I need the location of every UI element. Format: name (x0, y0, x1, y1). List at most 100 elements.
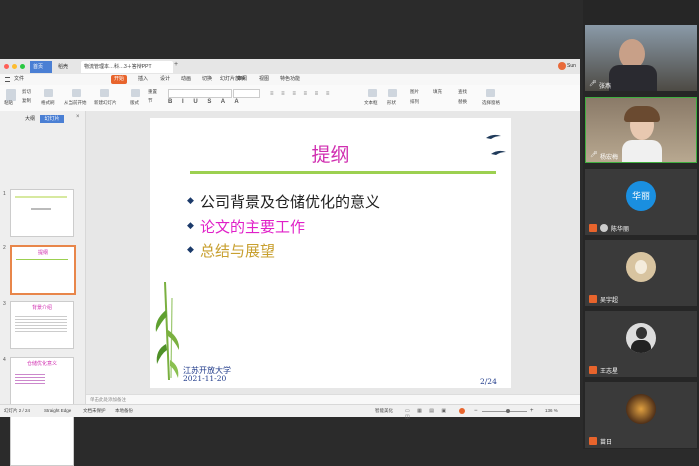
participant-tile[interactable]: 苗日 (585, 382, 697, 448)
paragraph-tools[interactable]: ≡ ≡ ≡ ≡ ≡ ≡ (270, 91, 340, 105)
participant-tile-active-speaker[interactable]: 🎤︎ 杨宏梅 (585, 97, 697, 163)
reset-button[interactable]: 重置 (148, 89, 157, 95)
selection-pane-button[interactable]: 选择窗格 (482, 100, 500, 106)
thumb-text-lines (15, 314, 67, 334)
format-painter-button[interactable]: 格式刷 (41, 100, 55, 106)
slide-thumbnail-4[interactable]: 仓储优化意义 (10, 357, 74, 405)
copy-button[interactable]: 复制 (22, 98, 31, 104)
slide-thumbnail-2[interactable]: 提纲 (10, 245, 76, 295)
slide-thumbnail-5[interactable] (10, 414, 74, 466)
menu-features[interactable]: 特色功能 (280, 74, 300, 85)
user-name: Sun (567, 63, 576, 69)
title-underline (190, 171, 496, 174)
slide-thumbnail-1[interactable] (10, 189, 74, 237)
cut-button[interactable]: 剪切 (22, 89, 31, 95)
local-backup[interactable]: 本地备份 (115, 405, 133, 417)
arrange-button[interactable]: 排列 (410, 99, 419, 105)
find-button[interactable]: 查找 (458, 89, 467, 95)
participant-tile[interactable]: 华丽 陈华丽 (585, 169, 697, 235)
maximize-window-button[interactable] (20, 64, 25, 69)
avatar-body (631, 340, 651, 353)
slide-title: 提纲 (311, 144, 350, 166)
status-bar: 幻灯片 2 / 24 Straight Edge 文档未保护 本地备份 智能美化… (0, 404, 580, 420)
play-from-current-button[interactable]: 从当前开始 (64, 100, 87, 106)
slide-thumbnail-panel: 大纲 幻灯片 × 1 2 提纲 3 背景介绍 4 仓储优化意义 5 (0, 111, 86, 417)
thumb-title: 提纲 (37, 250, 48, 256)
zoom-out-icon[interactable]: − (474, 405, 478, 417)
menu-home[interactable]: 开始 (111, 75, 128, 84)
close-panel-icon[interactable]: × (76, 114, 80, 120)
menu-animation[interactable]: 动画 (181, 74, 191, 85)
participant-tile[interactable]: 🎤︎ 张燕 (585, 25, 697, 91)
muted-microphone-icon (589, 366, 597, 374)
slide-number: 4 (3, 357, 6, 363)
current-slide[interactable]: 提纲 ◆ 公司背景及仓储优化的意义 ◆ 论文的主要工作 ◆ 总结与展望 江苏开放… (150, 118, 511, 388)
close-window-button[interactable] (4, 64, 9, 69)
tab-document[interactable]: 物流管理本…科…3＋答辩PPT (81, 61, 173, 73)
participant-name: 陈华丽 (611, 227, 630, 233)
theme-name: Straight Edge (44, 408, 72, 413)
tab-slides[interactable]: 幻灯片 (40, 115, 64, 123)
tab-home[interactable]: 首页 (30, 61, 52, 73)
play-from-current-icon[interactable] (72, 89, 81, 97)
participant-name: 杨宏梅 (600, 155, 619, 161)
muted-microphone-icon (589, 437, 597, 445)
menu-insert[interactable]: 插入 (138, 74, 148, 85)
shapes-button[interactable]: 形状 (387, 100, 396, 106)
paste-button[interactable]: 粘贴 (4, 100, 13, 106)
tab-bar: 首页 稻壳 物流管理本…科…3＋答辩PPT + Sun (0, 59, 580, 74)
avatar-food-image (626, 394, 656, 424)
section-button[interactable]: 节 (148, 98, 153, 104)
microphone-icon: 🎤︎ (589, 81, 597, 87)
participant-name: 苗日 (600, 440, 613, 446)
tab-outline[interactable]: 大纲 (20, 115, 40, 123)
selection-pane-icon[interactable] (486, 89, 495, 97)
new-slide-icon[interactable] (100, 89, 109, 97)
smart-beautify-button[interactable]: 智能美化 (375, 405, 393, 417)
font-name-select[interactable] (168, 89, 232, 98)
slide-thumbnail-3[interactable]: 背景介绍 (10, 301, 74, 349)
zoom-slider[interactable] (482, 411, 527, 412)
menu-design[interactable]: 设计 (160, 74, 170, 85)
picture-button[interactable]: 图片 (410, 89, 419, 95)
layout-button[interactable]: 版式 (130, 100, 139, 106)
menu-view[interactable]: 视图 (259, 74, 269, 85)
replace-button[interactable]: 替换 (458, 99, 467, 105)
menu-file[interactable]: 文件 (14, 74, 24, 85)
minimize-window-button[interactable] (12, 64, 17, 69)
zoom-in-icon[interactable]: + (530, 405, 534, 417)
avatar-head (636, 327, 647, 339)
bullet-text: 总结与展望 (200, 242, 276, 260)
participant-tile[interactable]: 王志星 (585, 311, 697, 377)
new-tab-button[interactable]: + (174, 61, 178, 68)
avatar-icon[interactable] (558, 62, 566, 70)
fill-button[interactable]: 填充 (433, 89, 442, 95)
play-slideshow-icon[interactable] (459, 408, 465, 414)
layout-icon[interactable] (131, 89, 140, 97)
participant-tile[interactable]: 吴宇超 (585, 240, 697, 306)
tab-docer[interactable]: 稻壳 (55, 61, 79, 73)
slide-number: 3 (3, 301, 6, 307)
menu-review[interactable]: 审阅 (237, 74, 247, 85)
font-size-select[interactable] (233, 89, 260, 98)
textbox-button[interactable]: 文本框 (364, 100, 378, 106)
bullet-diamond-icon: ◆ (187, 244, 194, 254)
document-protection[interactable]: 文档未保护 (83, 405, 106, 417)
participant-name: 王志星 (600, 369, 619, 375)
view-mode-buttons[interactable]: ▭ ▦ ▤ ▣ ◫ (405, 408, 453, 420)
zoom-slider-thumb[interactable] (506, 409, 510, 413)
font-style-buttons[interactable]: B I U S A A (168, 99, 263, 106)
bamboo-illustration (155, 281, 180, 381)
hamburger-icon[interactable] (5, 77, 10, 82)
menu-transition[interactable]: 切换 (202, 74, 212, 85)
avatar: 华丽 (626, 181, 656, 211)
zoom-level[interactable]: 136 % (545, 405, 558, 417)
notes-area[interactable]: 单击此处添加备注 (86, 394, 580, 404)
page-number: 2/24 (480, 377, 497, 386)
thumb-title: 背景介绍 (31, 305, 52, 311)
new-slide-button[interactable]: 新建幻灯片 (94, 100, 117, 106)
format-painter-icon[interactable] (44, 89, 53, 97)
muted-microphone-icon (589, 295, 597, 303)
shapes-icon[interactable] (388, 89, 397, 97)
textbox-icon[interactable] (368, 89, 377, 97)
